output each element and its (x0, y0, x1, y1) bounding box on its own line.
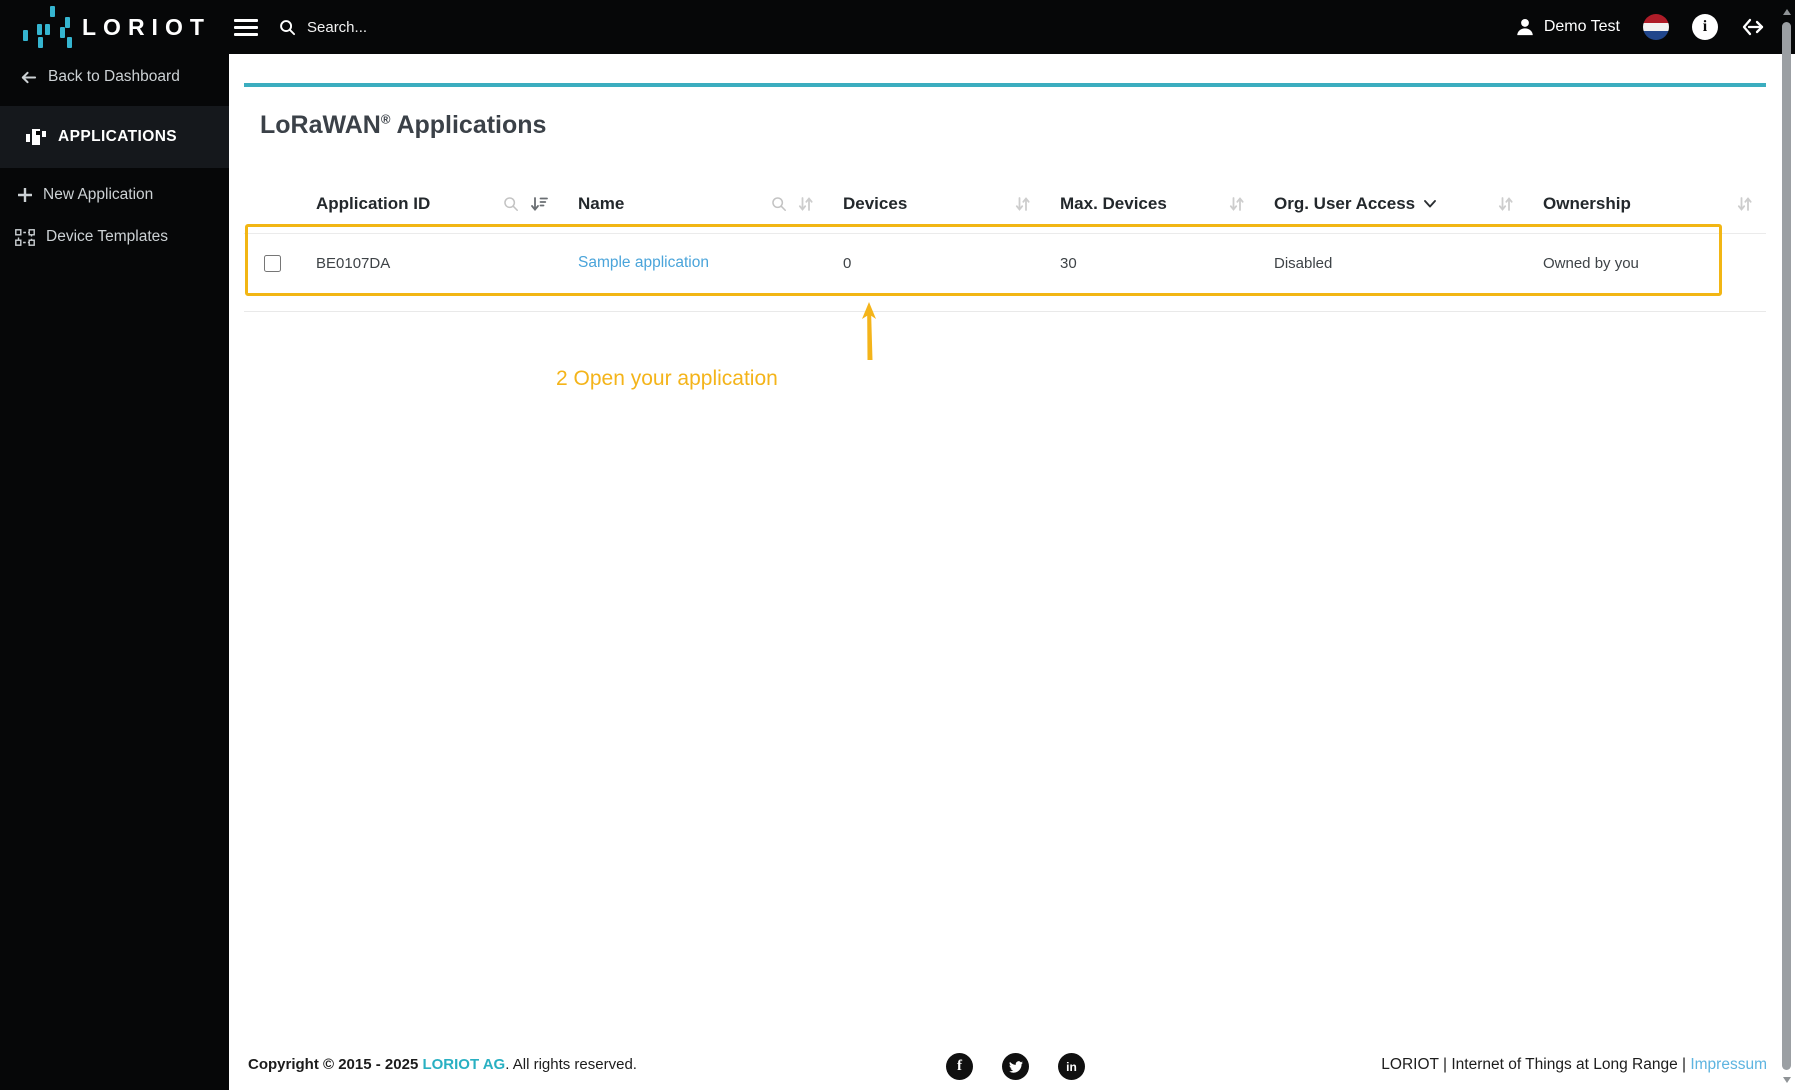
plus-icon (18, 188, 32, 202)
footer: Copyright © 2015 - 2025 LORIOT AG. All r… (229, 1040, 1795, 1090)
table-row[interactable]: BE0107DA Sample application 0 30 Disable… (244, 233, 1766, 293)
device-templates-label: Device Templates (46, 228, 169, 245)
loriot-logo[interactable]: LORIOT (14, 5, 220, 49)
info-icon[interactable]: i (1692, 14, 1718, 40)
sidebar-item-device-templates[interactable]: Device Templates (0, 216, 229, 258)
header-cell-max-devices[interactable]: Max. Devices (1044, 174, 1258, 233)
sort-descending-active-icon[interactable] (530, 196, 548, 212)
header-cell-name[interactable]: Name (562, 174, 827, 233)
copyright-text: Copyright © 2015 - 2025 LORIOT AG. All r… (248, 1056, 637, 1073)
device-templates-icon (15, 228, 35, 246)
cell-application-id: BE0107DA (316, 254, 391, 272)
accent-divider (244, 83, 1766, 87)
netherlands-flag-icon[interactable] (1643, 14, 1669, 40)
impressum-link[interactable]: Impressum (1690, 1056, 1767, 1073)
table-header-row: Application ID Name Devices Max. Devices… (244, 174, 1766, 234)
sidebar-section-applications[interactable]: APPLICATIONS (0, 106, 229, 168)
loriot-logo-text: LORIOT (82, 13, 211, 40)
applications-label: APPLICATIONS (58, 128, 178, 145)
exit-session-icon[interactable] (1741, 15, 1765, 39)
application-name-link[interactable]: Sample application (578, 254, 709, 272)
user-icon (1515, 17, 1535, 37)
header-cell-select (244, 174, 300, 233)
scrollbar-thumb[interactable] (1782, 22, 1791, 1070)
cell-devices: 0 (843, 254, 852, 272)
row-checkbox-cell (244, 233, 300, 293)
search-icon (279, 19, 296, 36)
sort-icon[interactable] (798, 196, 813, 212)
sidebar: Back to Dashboard APPLICATIONS New Appli… (0, 54, 229, 1090)
search-input[interactable] (305, 17, 549, 37)
sidebar-item-new-application[interactable]: New Application (0, 171, 229, 216)
scrollbar-up-arrow[interactable] (1782, 9, 1791, 15)
sort-icon[interactable] (1498, 196, 1513, 212)
filter-chevron-down-icon[interactable] (1423, 199, 1437, 209)
row-checkbox[interactable] (264, 254, 281, 272)
footer-tagline: LORIOT | Internet of Things at Long Rang… (1381, 1056, 1767, 1073)
table-bottom-border (244, 311, 1766, 312)
top-bar: LORIOT Demo Test i (0, 0, 1795, 54)
cell-ownership: Owned by you (1543, 254, 1639, 272)
sort-icon[interactable] (1737, 196, 1752, 212)
header-cell-org-user-access[interactable]: Org. User Access (1258, 174, 1527, 233)
sort-icon[interactable] (1015, 196, 1030, 212)
header-cell-application-id[interactable]: Application ID (300, 174, 562, 233)
loriot-logo-icon (14, 5, 72, 49)
user-name: Demo Test (1543, 18, 1620, 35)
sidebar-back-to-dashboard[interactable]: Back to Dashboard (0, 54, 229, 99)
user-menu[interactable]: Demo Test (1515, 17, 1620, 37)
sort-icon[interactable] (1229, 196, 1244, 212)
header-cell-devices[interactable]: Devices (827, 174, 1044, 233)
scrollbar-down-arrow[interactable] (1782, 1077, 1791, 1083)
applications-icon (26, 127, 46, 147)
global-search (279, 17, 549, 37)
column-search-icon[interactable] (771, 196, 787, 212)
cell-max-devices: 30 (1060, 254, 1077, 272)
menu-hamburger-icon[interactable] (234, 15, 258, 40)
facebook-icon[interactable]: f (946, 1053, 973, 1080)
back-to-dashboard-label: Back to Dashboard (48, 68, 180, 85)
tutorial-step-label: 2 Open your application (556, 367, 778, 390)
column-search-icon[interactable] (503, 196, 519, 212)
header-cell-ownership[interactable]: Ownership (1527, 174, 1766, 233)
new-application-label: New Application (43, 186, 154, 203)
loriot-ag-link[interactable]: LORIOT AG (422, 1056, 505, 1073)
main-content: LoRaWAN® Applications Application ID Nam… (229, 54, 1795, 1090)
page-scrollbar[interactable] (1778, 0, 1795, 1090)
cell-org-user-access: Disabled (1274, 254, 1333, 272)
back-arrow-icon (20, 70, 37, 85)
twitter-icon[interactable] (1002, 1053, 1029, 1080)
page-title: LoRaWAN® Applications (260, 111, 547, 139)
linkedin-icon[interactable]: in (1058, 1053, 1085, 1080)
